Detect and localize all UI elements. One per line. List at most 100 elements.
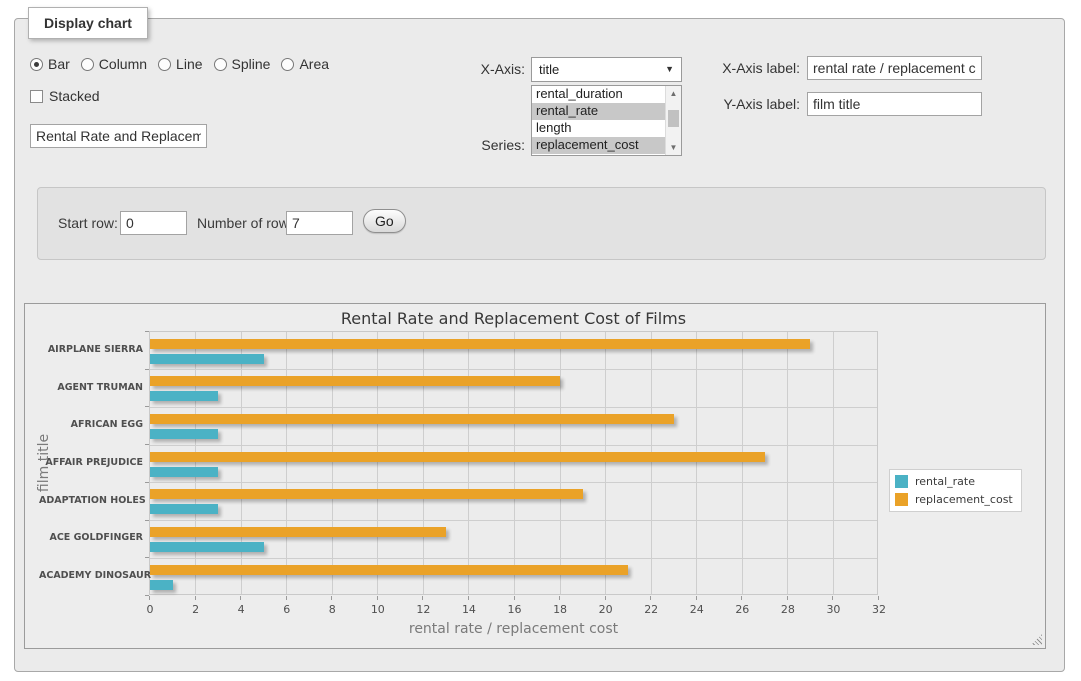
y-tickmark [145, 444, 149, 445]
series-listbox[interactable]: rental_durationrental_ratelengthreplacem… [531, 85, 682, 156]
bar-replacement_cost [150, 414, 674, 424]
bar-replacement_cost [150, 452, 765, 462]
radio-icon[interactable] [81, 58, 94, 71]
x-axis-label-input[interactable] [807, 56, 982, 80]
bar-replacement_cost [150, 489, 583, 499]
gridline-v [468, 332, 469, 594]
bar-rental_rate [150, 354, 264, 364]
x-axis-select-label: X-Axis: [455, 61, 525, 77]
x-tickmark [878, 596, 879, 600]
legend-item-replacement_cost: replacement_cost [895, 493, 1013, 506]
gridline-v [787, 332, 788, 594]
resize-grip-icon[interactable] [1031, 634, 1042, 645]
x-tickmark [377, 596, 378, 600]
x-tickmark [422, 596, 423, 600]
gridline-h [150, 369, 877, 370]
radio-icon[interactable] [30, 58, 43, 71]
y-category-label: AFRICAN EGG [39, 419, 143, 430]
x-tick-label: 12 [416, 603, 430, 616]
x-axis-title: rental rate / replacement cost [149, 621, 878, 637]
gridline-v [651, 332, 652, 594]
x-tickmark [195, 596, 196, 600]
chart-type-label: Line [176, 56, 202, 72]
gridline-v [332, 332, 333, 594]
number-of-rows-input[interactable] [286, 211, 353, 235]
radio-icon[interactable] [214, 58, 227, 71]
x-tick-label: 16 [508, 603, 522, 616]
stacked-checkbox-row: Stacked [30, 88, 100, 104]
scroll-up-icon[interactable]: ▲ [666, 86, 681, 101]
x-tickmark [605, 596, 606, 600]
chart-type-area[interactable]: Area [281, 56, 329, 72]
series-options: rental_durationrental_ratelengthreplacem… [532, 86, 665, 155]
legend-swatch [895, 475, 908, 488]
series-option-length[interactable]: length [532, 120, 665, 137]
start-row-label: Start row: [58, 215, 118, 231]
gridline-h [150, 407, 877, 408]
x-tick-label: 2 [192, 603, 199, 616]
radio-icon[interactable] [158, 58, 171, 71]
scroll-down-icon[interactable]: ▼ [666, 140, 681, 155]
legend-item-rental_rate: rental_rate [895, 475, 1013, 488]
series-option-replacement_cost[interactable]: replacement_cost [532, 137, 665, 154]
y-tickmark [145, 520, 149, 521]
chart-type-spline[interactable]: Spline [214, 56, 271, 72]
scrollbar-track[interactable] [666, 101, 681, 140]
go-button[interactable]: Go [363, 209, 406, 233]
gridline-v [560, 332, 561, 594]
x-tick-label: 10 [371, 603, 385, 616]
x-tick-label: 0 [147, 603, 154, 616]
number-of-rows-label: Number of rows: [197, 215, 300, 231]
x-tick-label: 26 [735, 603, 749, 616]
start-row-input[interactable] [120, 211, 187, 235]
y-tickmark [145, 406, 149, 407]
y-tickmark [145, 595, 149, 596]
x-tickmark [149, 596, 150, 600]
x-tick-label: 22 [644, 603, 658, 616]
chart-type-column[interactable]: Column [81, 56, 147, 72]
x-tick-label: 8 [329, 603, 336, 616]
gridline-v [742, 332, 743, 594]
series-listbox-label: Series: [455, 137, 525, 153]
x-axis-select[interactable]: title ▼ [531, 57, 682, 82]
x-tickmark [514, 596, 515, 600]
legend-label: replacement_cost [915, 493, 1013, 506]
gridline-v [195, 332, 196, 594]
plot-area [149, 331, 878, 595]
x-tickmark [832, 596, 833, 600]
legend-swatch [895, 493, 908, 506]
chart-type-line[interactable]: Line [158, 56, 202, 72]
bar-replacement_cost [150, 527, 446, 537]
chart-type-radios: Bar Column Line Spline Area [30, 56, 340, 72]
x-tick-label: 28 [781, 603, 795, 616]
bar-rental_rate [150, 391, 218, 401]
x-tickmark [331, 596, 332, 600]
y-axis-label-input[interactable] [807, 92, 982, 116]
fieldset-legend: Display chart [28, 7, 148, 39]
scrollbar-thumb[interactable] [668, 110, 679, 127]
series-scrollbar[interactable]: ▲ ▼ [665, 86, 681, 155]
x-axis-selected-value: title [539, 62, 559, 77]
chart-title-input[interactable] [30, 124, 207, 148]
radio-icon[interactable] [281, 58, 294, 71]
bar-rental_rate [150, 467, 218, 477]
gridline-v [833, 332, 834, 594]
chart-type-label: Spline [232, 56, 271, 72]
bar-replacement_cost [150, 376, 560, 386]
series-option-rental_rate[interactable]: rental_rate [532, 103, 665, 120]
chart-type-label: Area [299, 56, 329, 72]
series-option-rental_duration[interactable]: rental_duration [532, 86, 665, 103]
x-tickmark [650, 596, 651, 600]
chart-type-bar[interactable]: Bar [30, 56, 70, 72]
y-tickmark [145, 331, 149, 332]
bar-replacement_cost [150, 565, 628, 575]
gridline-h [150, 520, 877, 521]
y-tickmark [145, 369, 149, 370]
gridline-v [241, 332, 242, 594]
y-axis-label-caption: Y-Axis label: [705, 96, 800, 112]
stacked-checkbox[interactable] [30, 90, 43, 103]
x-tick-label: 4 [238, 603, 245, 616]
y-tickmark [145, 482, 149, 483]
legend-label: rental_rate [915, 475, 975, 488]
chart-type-label: Bar [48, 56, 70, 72]
